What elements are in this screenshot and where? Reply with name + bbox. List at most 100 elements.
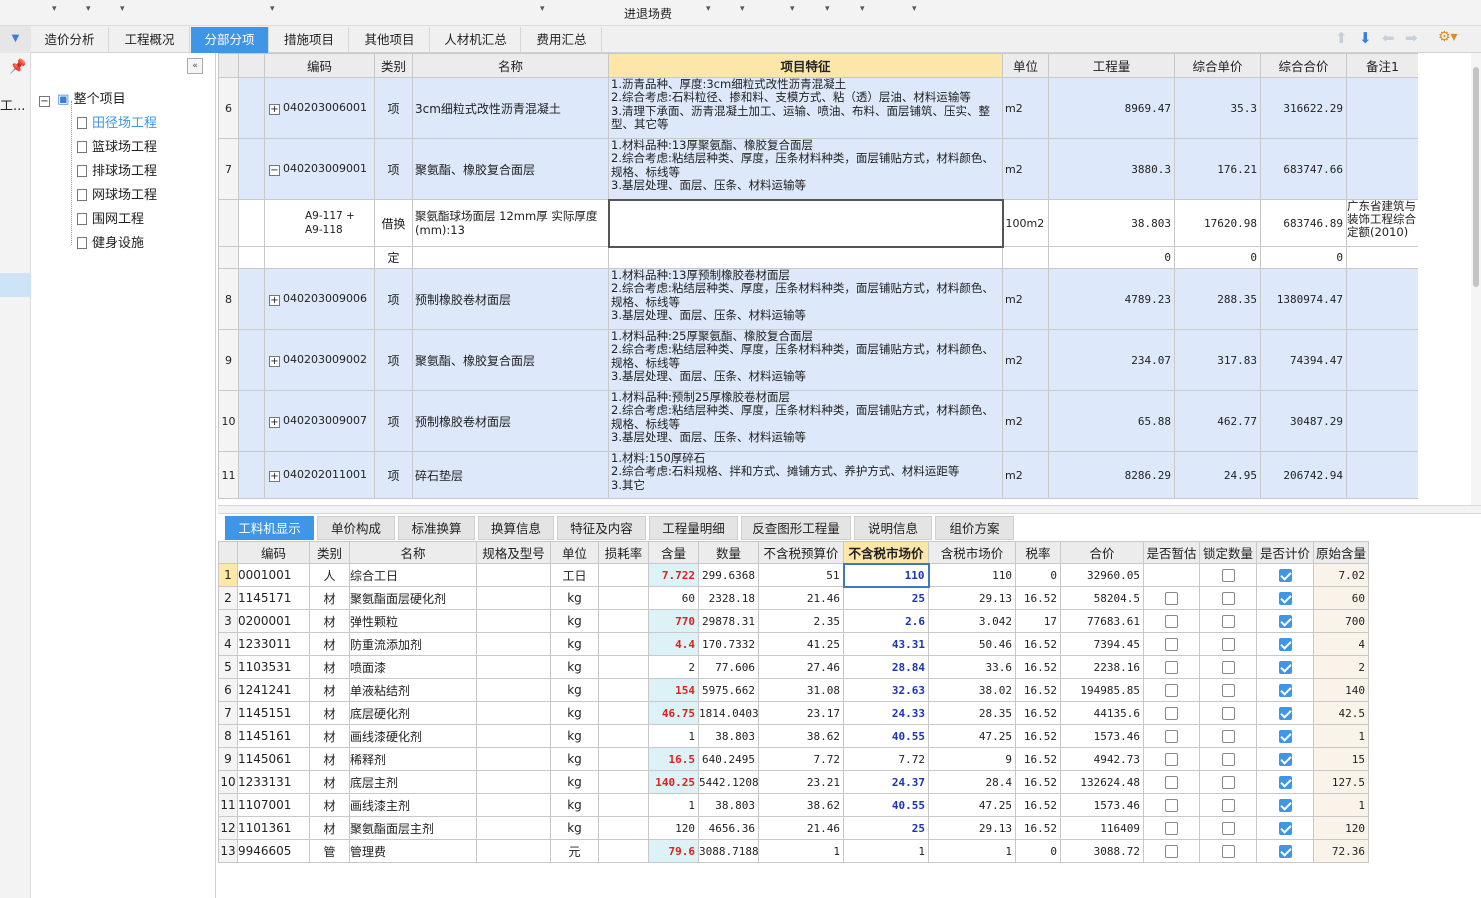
- material-market-price[interactable]: 40.55: [843, 793, 929, 817]
- lock-qty-checkbox[interactable]: [1221, 684, 1235, 697]
- col-budget-price[interactable]: 不含税预算价: [758, 541, 844, 564]
- priced-checkbox[interactable]: [1278, 753, 1292, 766]
- item-total-price[interactable]: 0: [1260, 246, 1347, 269]
- material-taxed-price[interactable]: 3.042: [928, 609, 1016, 633]
- priced-checkbox[interactable]: [1278, 730, 1292, 743]
- material-type[interactable]: 材: [309, 586, 350, 610]
- item-quantity[interactable]: 8969.47: [1048, 77, 1175, 139]
- col-quantity[interactable]: 数量: [698, 541, 759, 564]
- material-taxed-price[interactable]: 9: [928, 747, 1016, 771]
- item-type[interactable]: 项: [374, 390, 413, 452]
- col-name[interactable]: 名称: [412, 53, 609, 78]
- material-spec[interactable]: [476, 678, 551, 702]
- item-note[interactable]: 广东省建筑与装饰工程综合定额(2010): [1346, 199, 1418, 247]
- material-content[interactable]: 154: [648, 678, 699, 702]
- material-name[interactable]: 单液粘结剂: [349, 678, 477, 702]
- item-total-price[interactable]: 74394.47: [1260, 329, 1347, 391]
- material-code[interactable]: 1103531: [237, 655, 310, 679]
- move-left-icon[interactable]: ⬅: [1382, 29, 1395, 47]
- tab-conversion-info[interactable]: 换算信息: [478, 516, 554, 540]
- material-market-price[interactable]: 32.63: [843, 678, 929, 702]
- material-tax-rate[interactable]: 0: [1015, 563, 1061, 587]
- material-tax-rate[interactable]: 16.52: [1015, 816, 1061, 840]
- provisional-checkbox[interactable]: [1165, 776, 1178, 789]
- lock-qty-checkbox[interactable]: [1221, 638, 1235, 651]
- material-taxed-price[interactable]: 28.4: [928, 770, 1016, 794]
- material-content[interactable]: 7.722: [648, 563, 699, 587]
- material-spec[interactable]: [476, 701, 551, 725]
- material-row[interactable]: 9 1145061 材稀释剂 kg 16.5 640.2495 7.72 7.72 9 16.52…: [218, 747, 1369, 771]
- col-content[interactable]: 含量: [648, 541, 699, 564]
- material-code[interactable]: 1101361: [237, 816, 310, 840]
- material-tax-rate[interactable]: 16.52: [1015, 793, 1061, 817]
- material-loss-rate[interactable]: [598, 632, 649, 656]
- tab-labor-material-summary[interactable]: 人材机汇总: [431, 27, 521, 53]
- col-total-price[interactable]: 综合合价: [1260, 53, 1347, 78]
- item-unit-price[interactable]: 317.83: [1174, 329, 1261, 391]
- collapse-icon[interactable]: −: [39, 96, 50, 107]
- priced-checkbox[interactable]: [1278, 822, 1292, 835]
- item-name[interactable]: 3cm细粒式改性沥青混凝土: [412, 77, 609, 139]
- material-spec[interactable]: [476, 770, 551, 794]
- material-name[interactable]: 稀释剂: [349, 747, 477, 771]
- item-unit-price[interactable]: 462.77: [1174, 390, 1261, 452]
- material-unit[interactable]: 元: [550, 839, 599, 863]
- item-feature[interactable]: 1.材料:150厚碎石 2.综合考虑:石料规格、拌和方式、摊铺方式、养护方式、材…: [608, 451, 1003, 499]
- material-market-price[interactable]: 24.33: [843, 701, 929, 725]
- tree-item-tennis[interactable]: 网球场工程: [77, 184, 157, 203]
- material-name[interactable]: 弹性颗粒: [349, 609, 477, 633]
- material-content[interactable]: 46.75: [648, 701, 699, 725]
- sidebar-strip-selection[interactable]: [0, 273, 31, 297]
- material-taxed-price[interactable]: 29.13: [928, 586, 1016, 610]
- expand-icon[interactable]: +: [269, 295, 280, 306]
- material-content[interactable]: 4.4: [648, 632, 699, 656]
- item-name[interactable]: [412, 246, 609, 269]
- material-market-price[interactable]: 25: [843, 816, 929, 840]
- material-name[interactable]: 画线漆硬化剂: [349, 724, 477, 748]
- tab-quantity-detail[interactable]: 工程量明细: [649, 516, 738, 540]
- item-name[interactable]: 碎石垫层: [412, 451, 609, 499]
- item-name[interactable]: 预制橡胶卷材面层: [412, 390, 609, 452]
- material-content[interactable]: 2: [648, 655, 699, 679]
- item-total-price[interactable]: 30487.29: [1260, 390, 1347, 452]
- item-unit-price[interactable]: 24.95: [1174, 451, 1261, 499]
- dropdown-arrow-icon[interactable]: ▾: [860, 4, 865, 14]
- tab-other-items[interactable]: 其他项目: [350, 27, 430, 53]
- lock-qty-checkbox[interactable]: [1221, 615, 1235, 628]
- material-code[interactable]: 1145171: [237, 586, 310, 610]
- dropdown-arrow-icon[interactable]: ▾: [825, 4, 830, 14]
- material-loss-rate[interactable]: [598, 586, 649, 610]
- material-unit[interactable]: kg: [550, 793, 599, 817]
- dropdown-arrow-icon[interactable]: ▾: [52, 4, 57, 14]
- material-name[interactable]: 综合工日: [349, 563, 477, 587]
- material-code[interactable]: 9946605: [237, 839, 310, 863]
- pin-icon[interactable]: 📌: [9, 59, 26, 75]
- material-unit[interactable]: kg: [550, 724, 599, 748]
- material-loss-rate[interactable]: [598, 793, 649, 817]
- material-market-price[interactable]: 25: [843, 586, 929, 610]
- material-market-price[interactable]: 7.72: [843, 747, 929, 771]
- material-spec[interactable]: [476, 563, 551, 587]
- item-type[interactable]: 项: [374, 329, 413, 391]
- priced-checkbox[interactable]: [1278, 707, 1292, 720]
- item-code[interactable]: +040203009002: [264, 329, 375, 391]
- col-total[interactable]: 合价: [1060, 541, 1144, 564]
- col-unit[interactable]: 单位: [1002, 53, 1049, 78]
- material-name[interactable]: 聚氨酯面层主剂: [349, 816, 477, 840]
- tab-graphic-quantity[interactable]: 反查图形工程量: [741, 516, 851, 540]
- item-total-price[interactable]: 316622.29: [1260, 77, 1347, 139]
- material-type[interactable]: 材: [309, 747, 350, 771]
- item-feature[interactable]: 1.材料品种:13厚预制橡胶卷材面层 2.综合考虑:粘结层种类、厚度，压条材料种…: [608, 268, 1003, 330]
- pane-splitter[interactable]: [218, 505, 1481, 514]
- material-row[interactable]: 5 1103531 材喷面漆 kg 2 77.606 27.46 28.84 33.6 16.52…: [218, 655, 1369, 679]
- material-content[interactable]: 16.5: [648, 747, 699, 771]
- collapse-icon[interactable]: −: [269, 165, 280, 176]
- upper-scrollbar[interactable]: [1471, 53, 1481, 505]
- priced-checkbox[interactable]: [1278, 661, 1292, 674]
- lock-qty-checkbox[interactable]: [1221, 799, 1235, 812]
- material-type[interactable]: 材: [309, 655, 350, 679]
- material-name[interactable]: 喷面漆: [349, 655, 477, 679]
- col-priced[interactable]: 是否计价: [1256, 541, 1314, 564]
- material-unit[interactable]: kg: [550, 586, 599, 610]
- expand-icon[interactable]: +: [269, 417, 280, 428]
